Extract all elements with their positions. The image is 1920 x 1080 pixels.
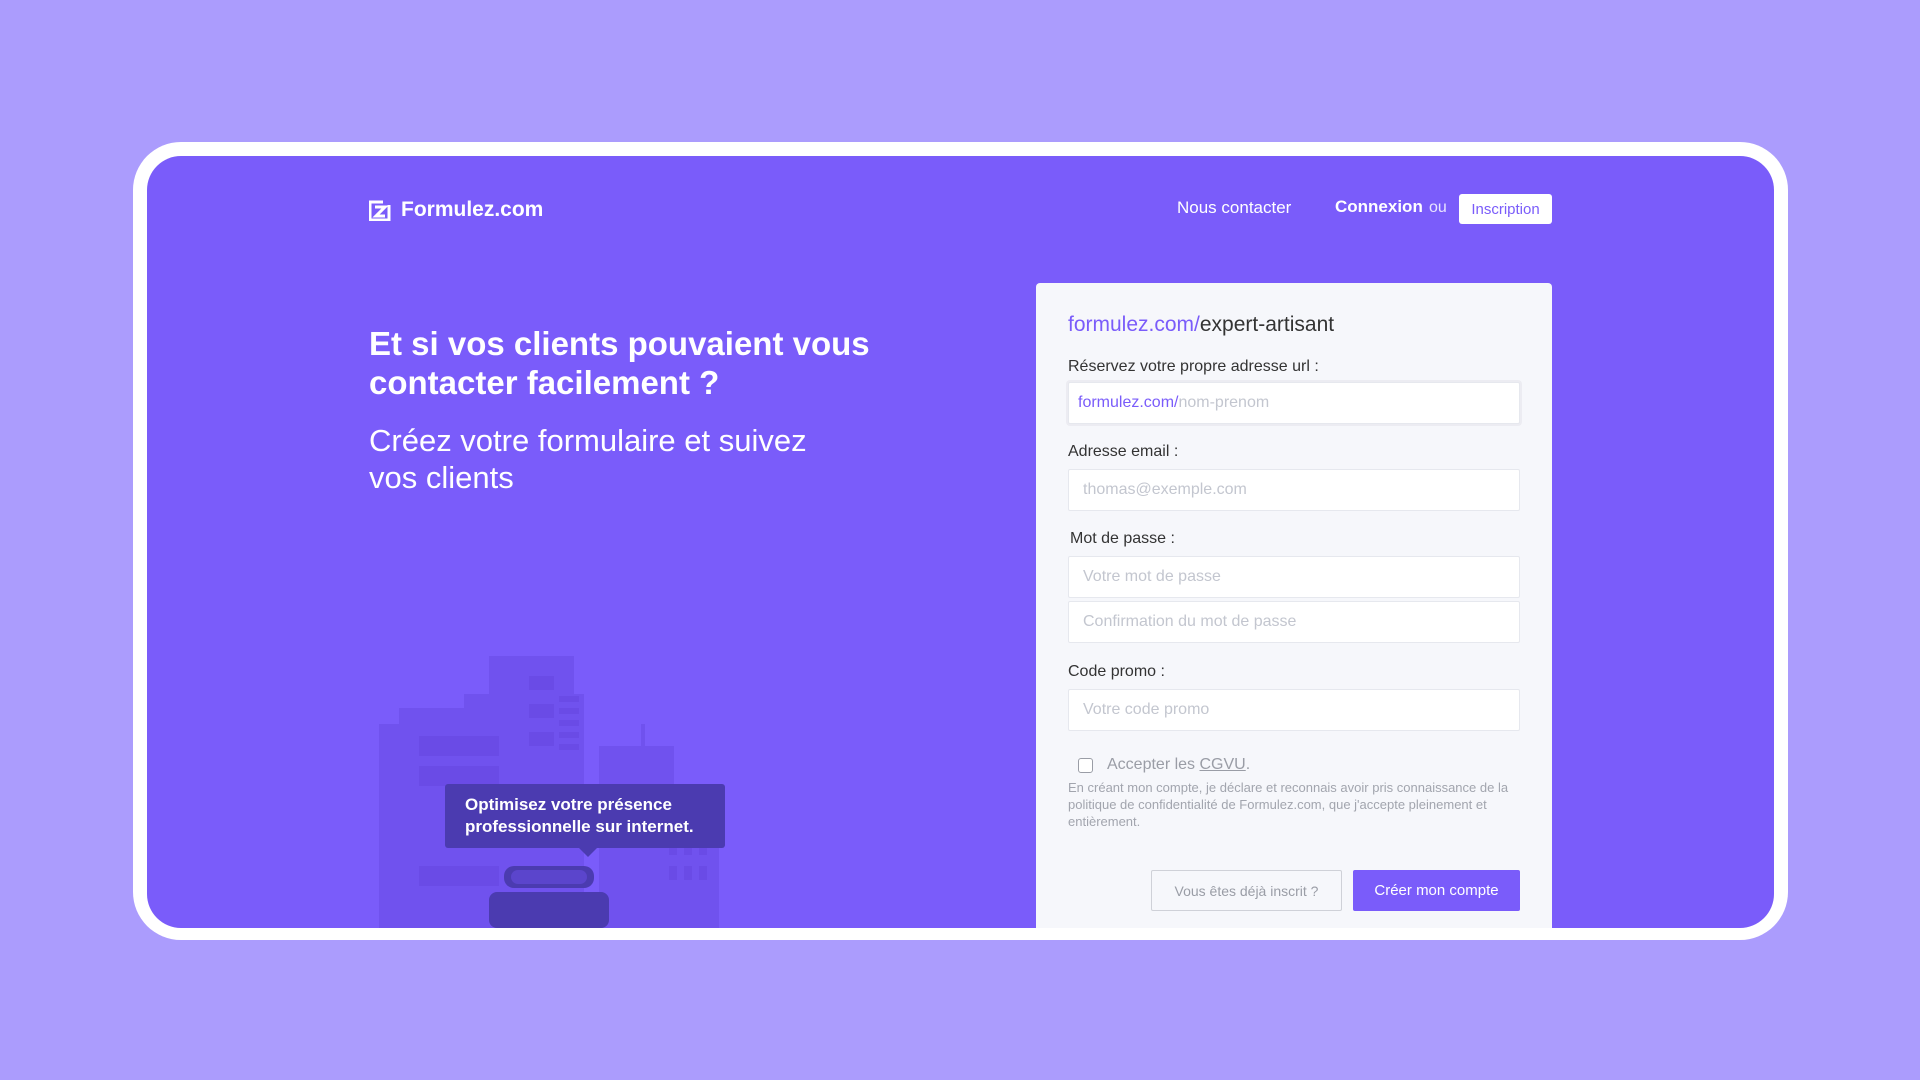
terms-text: Accepter les xyxy=(1107,756,1196,773)
url-label: Réservez votre propre adresse url : xyxy=(1068,358,1319,375)
password-confirm-field[interactable] xyxy=(1068,601,1520,643)
email-label: Adresse email : xyxy=(1068,443,1179,460)
url-preview-title: formulez.com/expert-artisant xyxy=(1068,313,1334,337)
promo-label: Code promo : xyxy=(1068,663,1165,680)
url-preview-prefix: formulez.com/ xyxy=(1068,313,1200,336)
signup-form-card: formulez.com/expert-artisant Réservez vo… xyxy=(1036,283,1552,928)
create-account-button[interactable]: Créer mon compte xyxy=(1353,870,1520,911)
password-field[interactable] xyxy=(1068,556,1520,598)
promo-code-field[interactable] xyxy=(1068,689,1520,731)
app-screen: Formulez.com Nous contacter Connexion ou… xyxy=(147,156,1774,928)
url-field-prefix: formulez.com/ xyxy=(1078,394,1179,411)
promo-tooltip: Optimisez votre présence professionnelle… xyxy=(445,784,725,857)
url-slug-input[interactable] xyxy=(1178,394,1479,412)
privacy-disclaimer: En créant mon compte, je déclare et reco… xyxy=(1068,780,1509,829)
signup-button[interactable]: Inscription xyxy=(1459,194,1552,224)
url-preview-slug: expert-artisant xyxy=(1199,313,1335,336)
nav-contact-link[interactable]: Nous contacter xyxy=(1177,198,1291,218)
nav-login-link[interactable]: Connexion xyxy=(1335,197,1423,217)
brand-name: Formulez.com xyxy=(401,198,544,221)
hero-title: Et si vos clients pouvaient vous contact… xyxy=(369,325,870,401)
brand-logo[interactable]: Formulez.com xyxy=(368,198,544,222)
url-field[interactable]: formulez.com/ xyxy=(1068,382,1520,424)
nav-or-text: ou xyxy=(1429,199,1447,216)
email-field[interactable] xyxy=(1068,469,1520,511)
terms-row: Accepter les CGVU. xyxy=(1078,756,1250,774)
terms-label: Accepter les CGVU. xyxy=(1107,756,1250,774)
cgvu-link[interactable]: CGVU xyxy=(1200,756,1246,773)
password-label: Mot de passe : xyxy=(1070,530,1175,547)
terms-end: . xyxy=(1245,756,1251,773)
terms-checkbox[interactable] xyxy=(1078,757,1093,773)
already-registered-button[interactable]: Vous êtes déjà inscrit ? xyxy=(1151,870,1342,911)
formulez-logo-icon xyxy=(368,199,391,222)
hero-subtitle: Créez votre formulaire et suivez vos cli… xyxy=(369,423,807,495)
